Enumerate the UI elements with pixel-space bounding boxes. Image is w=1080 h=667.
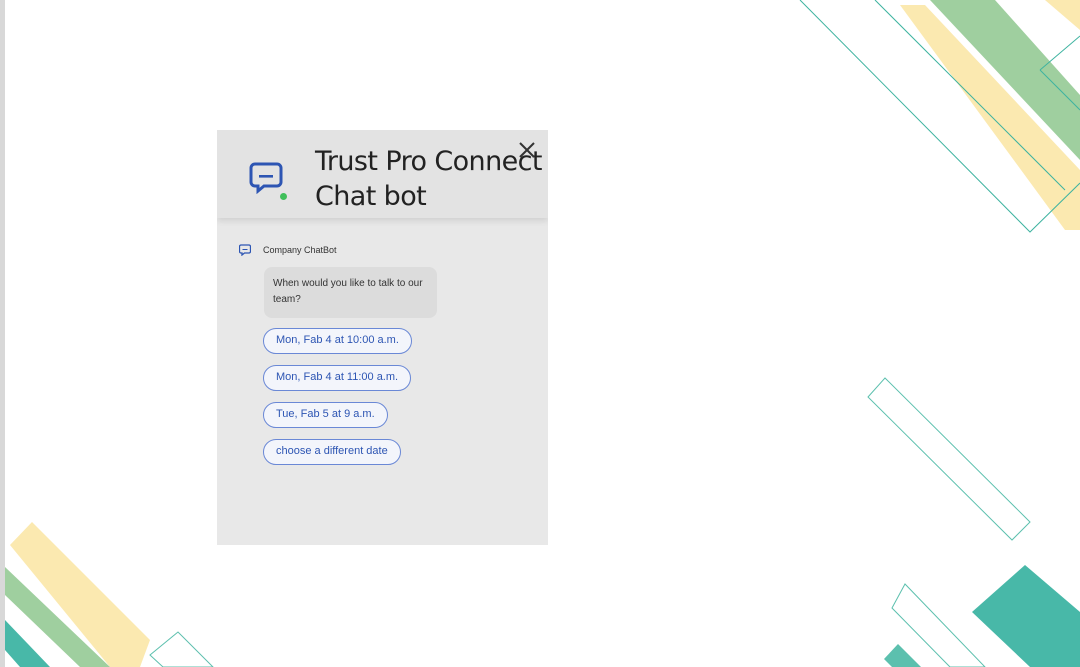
chatbot-header: Trust Pro Connect Chat bot xyxy=(217,130,548,218)
chatbot-avatar-icon xyxy=(239,244,251,256)
chat-bubble-icon xyxy=(249,162,283,194)
close-icon[interactable] xyxy=(516,139,538,161)
option-button[interactable]: Mon, Fab 4 at 10:00 a.m. xyxy=(263,328,412,354)
chatbot-widget: Trust Pro Connect Chat bot Company ChatB… xyxy=(217,130,548,545)
bot-message: When would you like to talk to our team? xyxy=(264,267,437,318)
sender-name: Company ChatBot xyxy=(263,245,337,255)
option-button[interactable]: Tue, Fab 5 at 9 a.m. xyxy=(263,402,388,428)
online-status-dot xyxy=(280,193,287,200)
option-button[interactable]: Mon, Fab 4 at 11:00 a.m. xyxy=(263,365,412,391)
sender-row: Company ChatBot xyxy=(239,243,337,257)
choose-different-date-button[interactable]: choose a different date xyxy=(263,439,401,465)
chatbot-title: Trust Pro Connect Chat bot xyxy=(315,146,542,212)
